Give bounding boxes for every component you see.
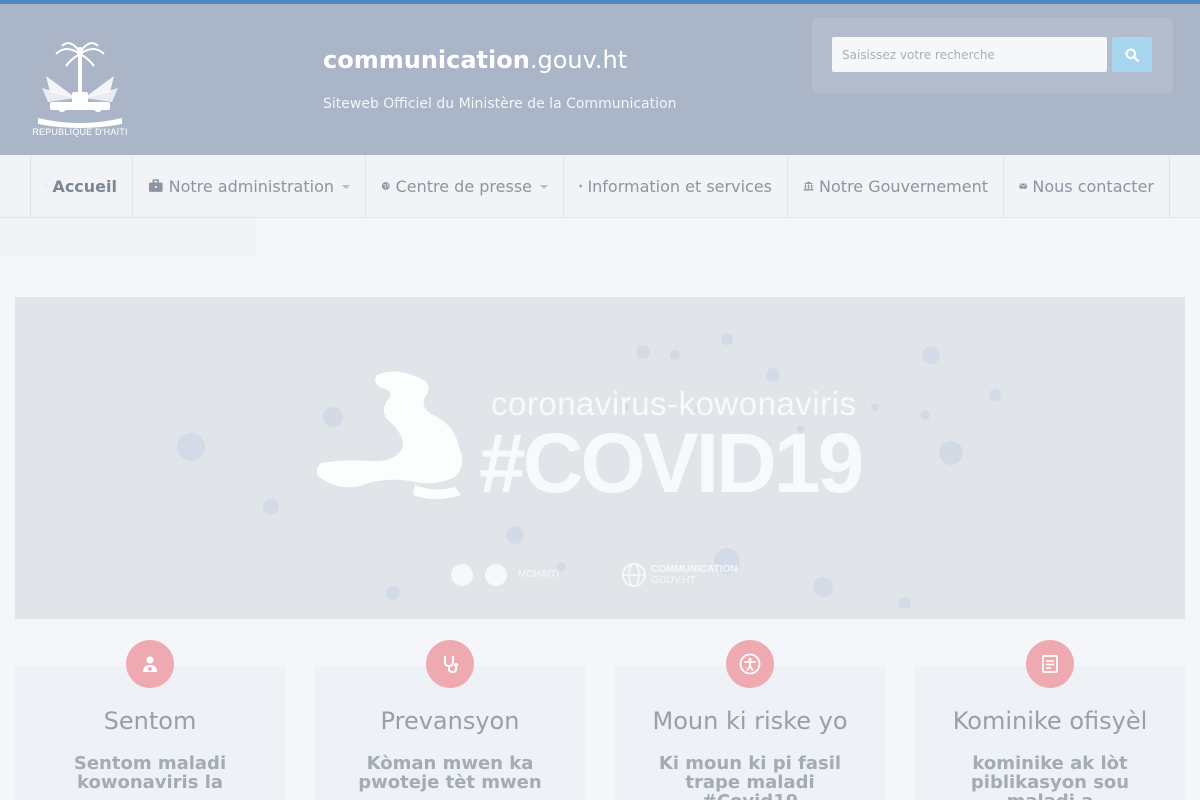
stethoscope-icon [444, 656, 458, 674]
envelope-icon [1019, 183, 1027, 189]
nav-label-notre-gouvernement: Notre Gouvernement [819, 176, 988, 196]
site-header: REPUBLIQUE D'HAITI communication.gouv.ht… [0, 4, 1200, 155]
card-text: Sentom maladi kowonaviris la [73, 753, 227, 793]
site-title-domain: .gouv.ht [529, 46, 628, 74]
main-navbar: Accueil Notre administration Centre de p… [0, 155, 1200, 218]
card-icon-circle[interactable] [1026, 640, 1074, 688]
document-icon [1042, 655, 1058, 673]
banner-social-handle: MCHAITI [518, 569, 560, 580]
coat-of-arms-icon [38, 42, 122, 128]
nav-item-accueil[interactable]: Accueil [30, 155, 132, 217]
nav-item-notre-administration[interactable]: Notre administration [132, 155, 365, 217]
globe-icon [381, 182, 390, 190]
card-icon-circle[interactable] [426, 640, 474, 688]
banner-site-line1: COMMUNICATION [651, 564, 738, 575]
nav-label-centre-de-presse: Centre de presse [395, 176, 532, 196]
briefcase-icon [148, 179, 163, 192]
banner-site-line2: GOUV.HT [651, 575, 696, 586]
nav-label-accueil: Accueil [52, 176, 117, 196]
card-title: Moun ki riske yo [652, 707, 848, 735]
banner-hashtag: #COVID19 [479, 416, 864, 510]
institution-icon [803, 181, 814, 191]
card-icon-circle[interactable] [126, 640, 174, 688]
nav-item-centre-de-presse[interactable]: Centre de presse [365, 155, 563, 217]
card-title: Sentom [103, 707, 197, 735]
search-input[interactable] [832, 37, 1107, 72]
card-icon-circle[interactable] [726, 640, 774, 688]
card-title: Prevansyon [380, 707, 520, 735]
search-box [812, 18, 1173, 93]
emblem-caption: REPUBLIQUE D'HAITI [32, 127, 128, 137]
nav-label-information-et-services: Information et services [587, 176, 772, 196]
search-icon [1125, 48, 1139, 62]
nav-item-information-et-services[interactable]: Information et services [563, 155, 787, 217]
covid19-banner[interactable]: coronavirus-kowonaviris #COVID19 MCHAITI… [15, 297, 1185, 619]
site-title[interactable]: communication.gouv.ht [323, 46, 627, 74]
search-button[interactable] [1112, 37, 1152, 72]
haiti-coat-of-arms-logo[interactable]: REPUBLIQUE D'HAITI [28, 40, 132, 140]
site-title-bold: communication [323, 46, 530, 74]
nav-item-nous-contacter[interactable]: Nous contacter [1003, 155, 1170, 217]
nav-item-notre-gouvernement[interactable]: Notre Gouvernement [787, 155, 1003, 217]
nav-label-nous-contacter: Nous contacter [1032, 176, 1154, 196]
card-text: Ki moun ki pi fasil trape maladi #Covid1… [658, 753, 842, 800]
info-icon [579, 184, 583, 188]
home-icon [46, 185, 48, 187]
card-title: Kominike ofisyèl [952, 707, 1148, 735]
card-text: kominike ak lòt piblikasyon sou maladi a [970, 753, 1130, 800]
site-subtitle: Siteweb Officiel du Ministère de la Comm… [323, 96, 677, 112]
chevron-down-icon [540, 185, 548, 189]
doctor-icon [143, 656, 157, 672]
accessibility-icon [739, 653, 761, 675]
faded-strip [0, 218, 256, 256]
nav-label-notre-administration: Notre administration [168, 176, 334, 196]
chevron-down-icon [342, 185, 350, 189]
card-text: Kòman mwen ka pwoteje tèt mwen [358, 753, 542, 793]
